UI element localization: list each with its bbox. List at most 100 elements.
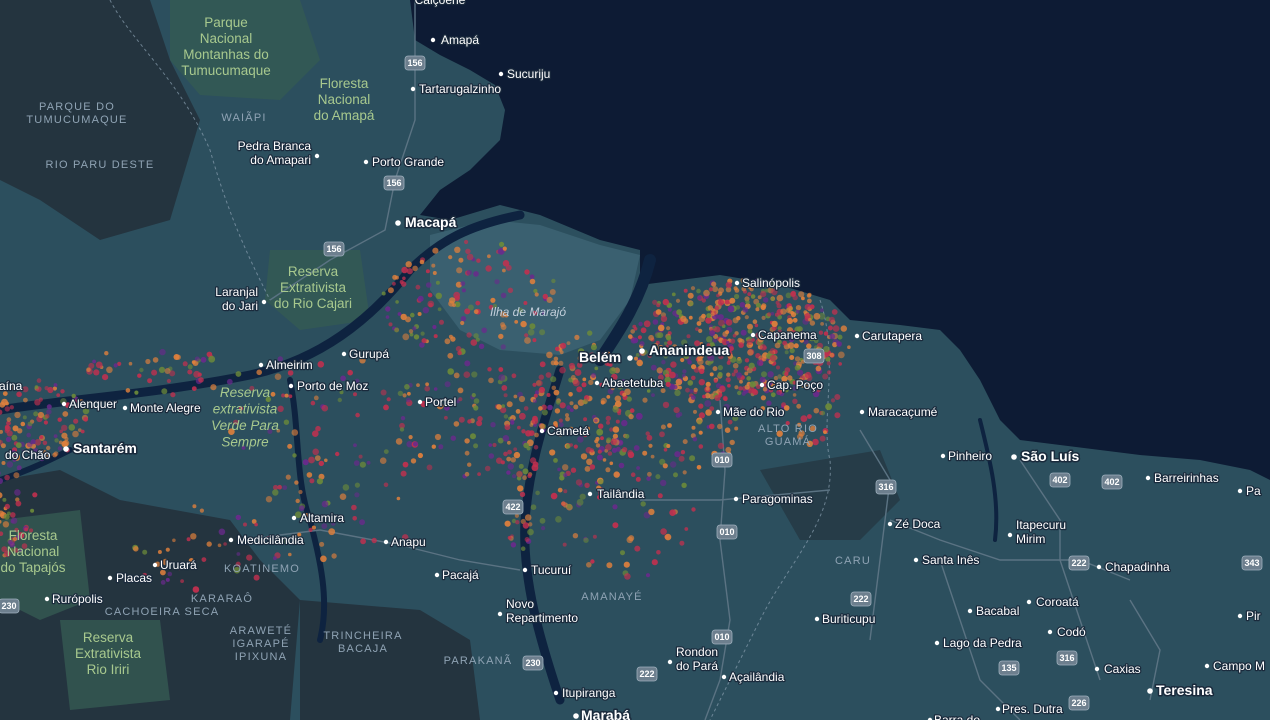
heat-dot bbox=[387, 287, 394, 294]
city-label[interactable]: Ananindeua bbox=[639, 341, 731, 360]
heat-dot bbox=[696, 465, 702, 470]
city-label[interactable]: Barreirinhas bbox=[1145, 470, 1220, 486]
city-label[interactable]: Altamira bbox=[291, 510, 346, 526]
city-label[interactable]: Porto Grande bbox=[363, 154, 446, 170]
heat-dot bbox=[717, 299, 725, 306]
heat-dot bbox=[698, 315, 706, 322]
heat-dot bbox=[566, 503, 572, 509]
heat-dot bbox=[187, 369, 193, 375]
city-label[interactable]: Alenquer bbox=[61, 396, 118, 412]
city-label[interactable]: Calçoene bbox=[413, 0, 467, 8]
heat-dot bbox=[208, 355, 216, 363]
city-label[interactable]: Pinheiro bbox=[940, 448, 994, 464]
svg-text:Calçoene: Calçoene bbox=[415, 0, 466, 7]
heat-dot bbox=[725, 446, 732, 453]
heat-dot bbox=[413, 441, 418, 447]
heat-dot bbox=[538, 406, 543, 411]
city-label[interactable]: Tucuruí bbox=[522, 562, 573, 578]
heat-dot bbox=[6, 511, 11, 516]
city-label[interactable]: São Luís bbox=[1011, 447, 1081, 466]
heat-dot bbox=[57, 446, 63, 451]
city-label[interactable]: Salinópolis bbox=[734, 275, 801, 291]
svg-text:Verde Para: Verde Para bbox=[211, 418, 279, 433]
city-label[interactable]: Almeirim bbox=[258, 357, 314, 373]
city-label[interactable]: Porto de Moz bbox=[288, 378, 370, 394]
svg-text:Mãe do Rio: Mãe do Rio bbox=[723, 405, 785, 419]
city-label[interactable]: Chapadinha bbox=[1096, 559, 1171, 575]
heat-dot bbox=[820, 322, 824, 326]
city-label[interactable]: Abaetetuba bbox=[594, 375, 665, 391]
heat-dot bbox=[792, 317, 798, 323]
heat-dot bbox=[30, 508, 35, 513]
city-label[interactable]: Açailândia bbox=[721, 669, 786, 685]
heat-dot bbox=[648, 443, 653, 448]
city-label[interactable]: Barra do bbox=[927, 712, 982, 720]
city-dot bbox=[258, 362, 264, 368]
city-label[interactable]: Anapu bbox=[383, 534, 427, 550]
city-label[interactable]: Cametá bbox=[539, 423, 591, 439]
region-label: CACHOEIRA SECA bbox=[105, 606, 218, 618]
heat-dot bbox=[612, 426, 620, 433]
city-label[interactable]: Mãe do Rio bbox=[715, 404, 786, 420]
heat-dot bbox=[533, 393, 538, 398]
city-label[interactable]: Buriticupu bbox=[814, 611, 877, 627]
city-label[interactable]: Paragominas bbox=[733, 491, 814, 507]
city-label[interactable]: Carutapera bbox=[854, 328, 924, 344]
heat-dot bbox=[431, 444, 436, 449]
heat-dot bbox=[453, 372, 460, 379]
city-label[interactable]: aína bbox=[0, 378, 24, 395]
heat-dot bbox=[656, 550, 661, 555]
city-label[interactable]: Marabá bbox=[573, 706, 632, 720]
map-canvas[interactable]: 156 156 156 308 010 010 010 422 316 316 402 402 222 2… bbox=[0, 0, 1270, 720]
city-label[interactable]: Medicilândia bbox=[228, 532, 305, 548]
region-label: ARAWETÉIGARAPÉIPIXUNA bbox=[230, 624, 291, 663]
city-label[interactable]: Capanema bbox=[750, 327, 818, 343]
city-label[interactable]: Macapá bbox=[395, 213, 458, 232]
heat-dot bbox=[661, 360, 666, 365]
heat-dot bbox=[834, 412, 841, 419]
heat-dot bbox=[825, 403, 832, 411]
heat-dot bbox=[563, 473, 568, 478]
heat-dot bbox=[444, 338, 451, 345]
heat-dot bbox=[576, 386, 583, 393]
heat-dot bbox=[170, 392, 176, 398]
city-label[interactable]: Maracaçumé bbox=[859, 404, 939, 420]
heat-dot bbox=[516, 470, 523, 478]
heat-dot bbox=[396, 496, 401, 501]
city-label[interactable]: Cap. Poço bbox=[759, 377, 825, 393]
heat-dot bbox=[13, 472, 20, 479]
city-label[interactable]: Gurupá bbox=[341, 346, 391, 362]
city-label[interactable]: Rondondo Pará bbox=[667, 644, 720, 674]
heat-dot bbox=[600, 436, 604, 441]
heat-dot bbox=[464, 438, 470, 444]
map-view[interactable]: 156 156 156 308 010 010 010 422 316 316 402 402 222 2… bbox=[0, 0, 1270, 720]
city-label[interactable]: Rurópolis bbox=[44, 591, 104, 607]
city-label[interactable]: do Chão bbox=[4, 447, 52, 464]
city-label[interactable]: Itupiranga bbox=[553, 685, 617, 701]
city-label[interactable]: Tailândia bbox=[587, 486, 646, 502]
heat-dot bbox=[545, 372, 552, 378]
heat-dot bbox=[61, 440, 69, 448]
city-label[interactable]: Monte Alegre bbox=[122, 400, 202, 416]
city-label[interactable]: Santa Inês bbox=[913, 552, 981, 568]
heat-dot bbox=[26, 441, 33, 448]
heat-dot bbox=[606, 395, 611, 399]
heat-dot bbox=[597, 449, 602, 454]
city-label[interactable]: Lago da Pedra bbox=[934, 635, 1023, 651]
city-label[interactable]: Pacajá bbox=[434, 567, 480, 583]
city-label[interactable]: Bacabal bbox=[967, 603, 1021, 619]
heat-dot bbox=[550, 360, 556, 366]
svg-text:PARAKANÃ: PARAKANÃ bbox=[444, 654, 513, 667]
svg-text:do Tapajós: do Tapajós bbox=[0, 560, 65, 575]
heat-dot bbox=[607, 451, 613, 456]
city-label[interactable]: Zé Doca bbox=[887, 516, 942, 532]
city-label[interactable]: Santarém bbox=[63, 439, 138, 458]
city-label[interactable]: Campo M bbox=[1204, 658, 1266, 674]
city-label[interactable]: Sucuriju bbox=[498, 66, 552, 82]
city-label[interactable]: Uruará bbox=[152, 557, 198, 573]
city-label[interactable]: Teresina bbox=[1147, 681, 1214, 700]
heat-dot bbox=[425, 282, 432, 288]
city-label[interactable]: Pres. Dutra bbox=[995, 701, 1064, 717]
city-label[interactable]: Pedra Brancado Amapari bbox=[236, 138, 320, 168]
city-label[interactable]: Tartarugalzinho bbox=[410, 81, 503, 97]
